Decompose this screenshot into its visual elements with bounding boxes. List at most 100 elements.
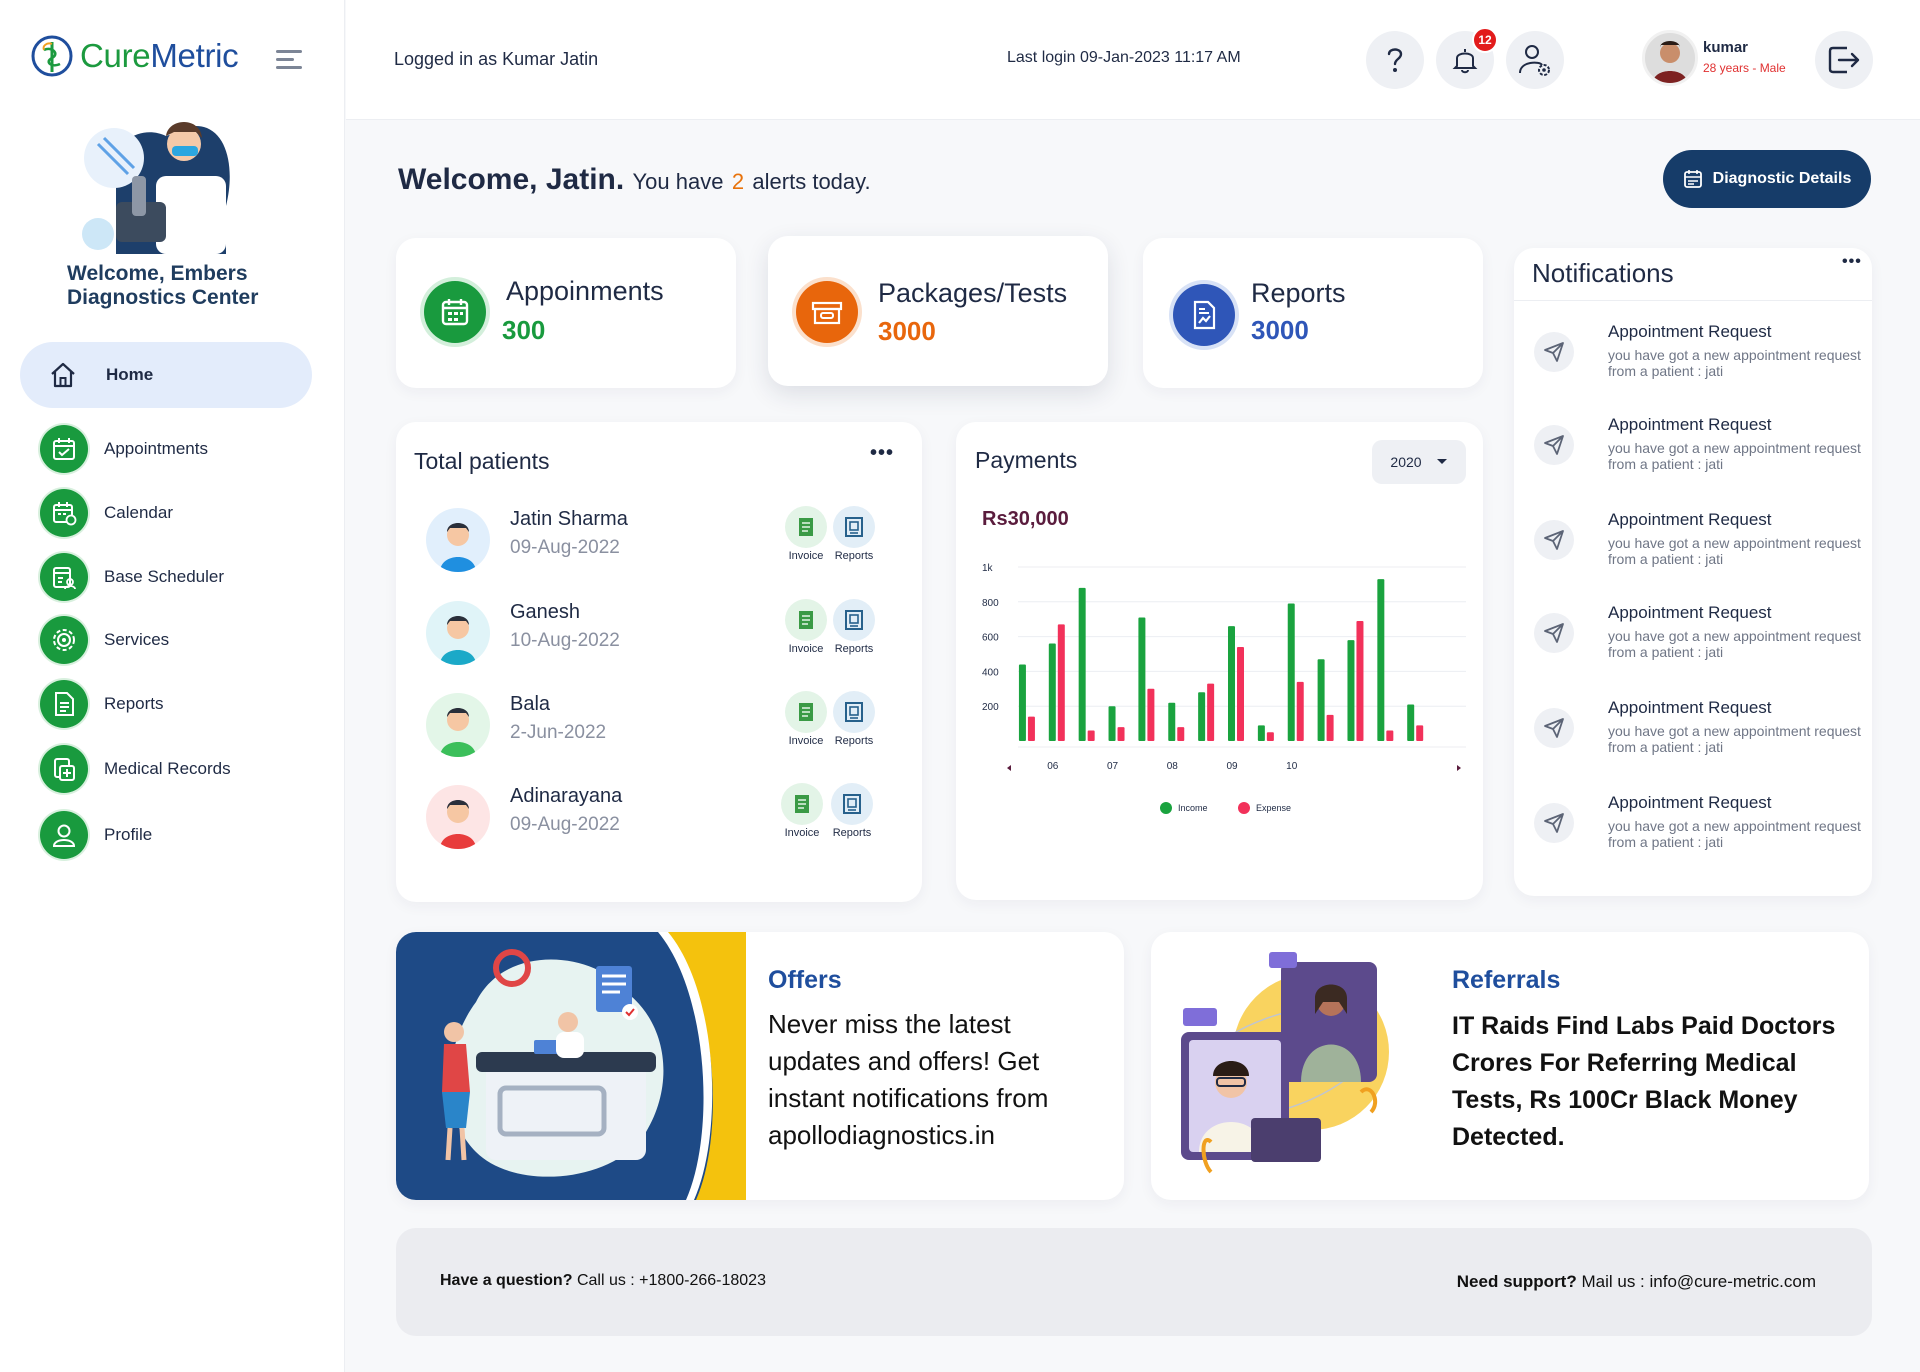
sidebar-item-medical-records[interactable]: Medical Records [40,744,231,794]
menu-toggle-icon[interactable] [276,50,302,70]
footer-phone-text[interactable]: Call us : +1800-266-18023 [577,1272,766,1289]
medical-records-icon [54,758,75,781]
referrals-text: IT Raids Find Labs Paid Doctors Crores F… [1452,1012,1836,1151]
notification-item[interactable]: Appointment Request you have got a new a… [1534,599,1864,679]
patient-row[interactable]: Jatin Sharma 09-Aug-2022 Invoice Reports [426,504,896,574]
bar-expense [1117,727,1125,741]
notification-text: you have got a new appointment request f… [1608,347,1861,379]
invoice-button[interactable]: Invoice [782,691,830,747]
stat-icon-packages [796,281,858,343]
invoice-button[interactable]: Invoice [778,783,826,839]
reports-button[interactable]: Reports [830,506,878,562]
report-icon [845,517,863,537]
app-logo[interactable]: CureMetric [30,34,239,78]
report-icon [845,702,863,722]
invoice-icon [799,611,813,629]
sidebar-item-reports[interactable]: Reports [40,679,164,729]
year-select[interactable]: 2020 [1372,440,1466,484]
footer-support-label: Need support? [1456,1272,1577,1291]
sidebar-item-label: Calendar [104,503,173,522]
more-options-icon[interactable]: ••• [870,442,894,465]
bar-expense [1296,681,1304,741]
logged-in-text: Logged in as Kumar Jatin [394,49,599,69]
bar-income [1078,587,1086,741]
notification-item[interactable]: Appointment Request you have got a new a… [1534,506,1864,586]
bar-income [1317,659,1325,741]
referrals-heading: Referrals [1452,966,1561,994]
sidebar-item-services[interactable]: Services [40,615,169,665]
bar-income [1228,626,1235,741]
logout-button[interactable] [1815,31,1873,89]
bar-income [1377,579,1385,741]
patient-row[interactable]: Ganesh 10-Aug-2022 Invoice Reports [426,597,896,667]
notification-item[interactable]: Appointment Request you have got a new a… [1534,789,1864,869]
reports-button[interactable]: Reports [830,599,878,655]
sidebar-item-profile[interactable]: Profile [40,810,152,860]
bar-income [1407,704,1415,741]
stat-title: Packages/Tests [878,278,1068,308]
chart-scroll-left-icon[interactable] [1007,765,1011,771]
sidebar-item-calendar[interactable]: Calendar [40,488,173,538]
user-settings-icon [1519,45,1550,76]
chart-scroll-right-icon[interactable] [1457,765,1461,771]
send-icon [1534,425,1574,465]
offers-banner[interactable]: Offers Never miss the latest updates and… [396,932,1124,1200]
notification-item[interactable]: Appointment Request you have got a new a… [1534,318,1864,398]
notification-item[interactable]: Appointment Request you have got a new a… [1534,411,1864,491]
stat-card-reports[interactable]: Reports 3000 [1143,238,1483,388]
footer: Have a question? Call us : +1800-266-180… [396,1228,1872,1336]
patient-name: Adinarayana [510,785,623,807]
patient-avatar-icon [440,523,476,572]
patient-date: 09-Aug-2022 [510,814,620,835]
sidebar-item-home[interactable]: Home [20,342,312,408]
reports-button[interactable]: Reports [830,691,878,747]
invoice-icon [795,795,809,813]
notifications-button[interactable]: 12 [1436,27,1498,89]
bar-income [1347,640,1355,741]
notification-text: you have got a new appointment request f… [1608,440,1861,472]
user-settings-button[interactable] [1506,31,1564,89]
top-bar: Logged in as Kumar Jatin Last login 09-J… [346,0,1920,120]
sidebar-item-base-scheduler[interactable]: Base Scheduler [40,552,224,602]
patient-date: 09-Aug-2022 [510,537,620,558]
stat-card-appointments[interactable]: Appoinments 300 [396,238,736,388]
bell-icon [1452,49,1478,74]
divider [1514,300,1872,301]
x-tick-label: 09 [1226,761,1238,772]
last-login-text: Last login 09-Jan-2023 11:17 AM [1007,49,1241,66]
user-photo-icon [1645,33,1695,83]
payments-card: Payments 2020 Rs30,000 200 400 600 800 1k 06 0… [956,422,1483,900]
sidebar-item-appointments[interactable]: Appointments [40,424,208,474]
more-options-icon[interactable]: ••• [1842,253,1862,271]
notification-title: Appointment Request [1608,510,1772,529]
patient-date: 2-Jun-2022 [510,722,607,743]
help-button[interactable] [1366,31,1424,89]
sidebar-item-label: Appointments [104,439,208,458]
footer-email-text[interactable]: Mail us : info@cure-metric.com [1581,1272,1816,1291]
invoice-button[interactable]: Invoice [782,506,830,562]
offers-illustration [396,932,746,1200]
stat-icon-reports [1173,284,1235,346]
offers-heading: Offers [768,966,842,994]
bar-income [1108,706,1116,741]
user-avatar[interactable] [1642,30,1698,86]
y-tick-label: 200 [982,702,999,713]
bar-expense [1087,730,1095,741]
reports-button[interactable]: Reports [828,783,876,839]
bar-income [1257,725,1265,741]
notification-title: Appointment Request [1608,603,1772,622]
bar-expense [1266,732,1274,741]
welcome-greeting: Welcome, Jatin. [398,163,625,196]
diagnostic-details-button[interactable]: Diagnostic Details [1663,150,1871,208]
patient-row[interactable]: Adinarayana 09-Aug-2022 Invoice Reports [426,781,896,851]
package-icon [811,301,843,325]
notification-title: Appointment Request [1608,698,1772,717]
notification-item[interactable]: Appointment Request you have got a new a… [1534,694,1864,774]
invoice-button[interactable]: Invoice [782,599,830,655]
user-icon [52,824,76,847]
stat-card-packages[interactable]: Packages/Tests 3000 [768,236,1108,386]
patient-row[interactable]: Bala 2-Jun-2022 Invoice Reports [426,689,896,759]
calendar-icon [1683,170,1702,188]
sidebar: CureMetric Welcome, Embers Diagnostics C… [0,0,345,1372]
referrals-banner[interactable]: Referrals IT Raids Find Labs Paid Doctor… [1151,932,1869,1200]
